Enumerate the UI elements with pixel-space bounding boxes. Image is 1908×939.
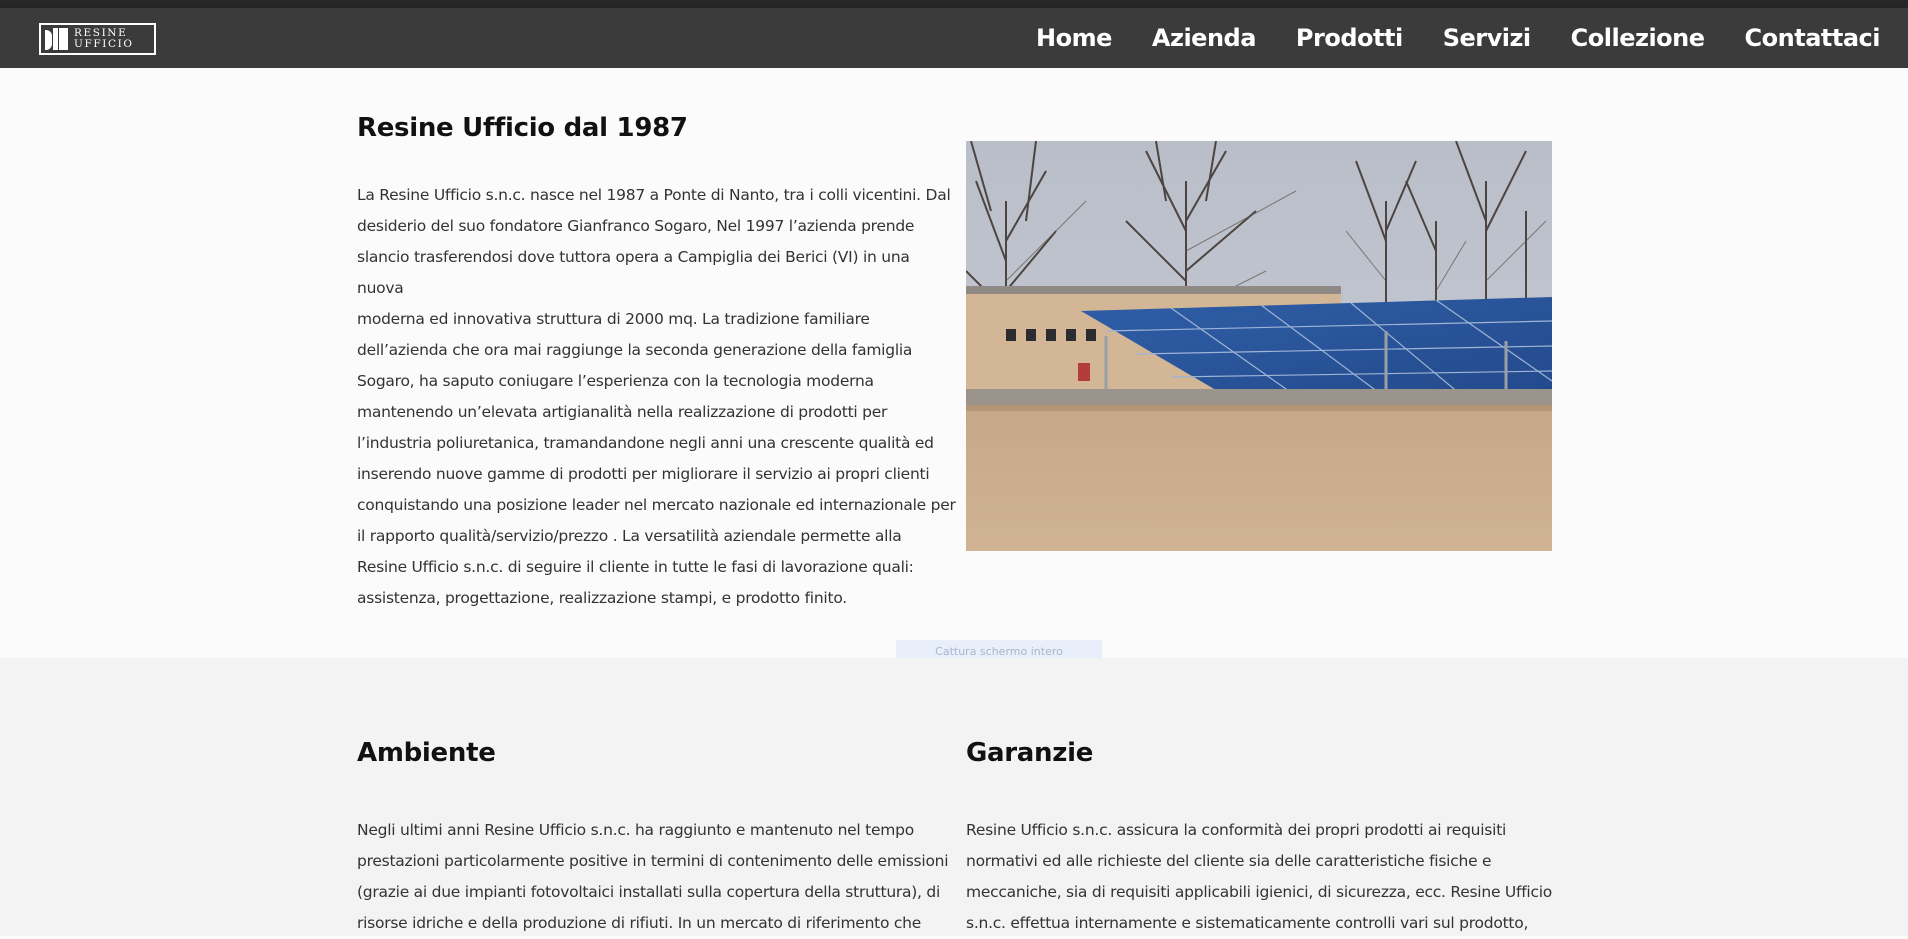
intro-line: moderna ed innovativa struttura di 2000 … — [357, 310, 870, 328]
intro-line: Sogaro, ha saputo coniugare l’esperienza… — [357, 372, 874, 390]
ambiente-line: Negli ultimi anni Resine Ufficio s.n.c. … — [357, 821, 914, 839]
garanzie-line: meccaniche, sia di requisiti applicabili… — [966, 883, 1553, 901]
intro-line: l’industria poliuretanica, tramandandone… — [357, 434, 934, 452]
nav-azienda[interactable]: Azienda — [1152, 24, 1257, 52]
intro-line: desiderio del suo fondatore Gianfranco S… — [357, 217, 915, 235]
ambiente-line: risorse idriche e della produzione di ri… — [357, 914, 922, 932]
logo-mark-icon — [45, 28, 68, 50]
nav-prodotti[interactable]: Prodotti — [1296, 24, 1403, 52]
intro-title: Resine Ufficio dal 1987 — [357, 113, 688, 143]
top-border — [0, 0, 1908, 8]
intro-line: mantenendo un’elevata artigianalità nell… — [357, 403, 888, 421]
ambiente-paragraph: Negli ultimi anni Resine Ufficio s.n.c. … — [357, 815, 957, 939]
ambiente-title: Ambiente — [357, 738, 496, 768]
main-nav: Home Azienda Prodotti Servizi Collezione… — [1036, 8, 1880, 68]
intro-line: slancio trasferendosi dove tuttora opera… — [357, 248, 910, 297]
solar-panels-illustration — [966, 141, 1552, 551]
garanzie-line: Resine Ufficio s.n.c. assicura la confor… — [966, 821, 1507, 839]
garanzie-paragraph: Resine Ufficio s.n.c. assicura la confor… — [966, 815, 1566, 939]
intro-line: dell’azienda che ora mai raggiunge la se… — [357, 341, 913, 359]
nav-home[interactable]: Home — [1036, 24, 1112, 52]
intro-line: assistenza, progettazione, realizzazione… — [357, 589, 847, 607]
intro-line: La Resine Ufficio s.n.c. nasce nel 1987 … — [357, 186, 951, 204]
ambiente-line: prestazioni particolarmente positive in … — [357, 852, 949, 870]
garanzie-line: s.n.c. effettua internamente e sistemati… — [966, 914, 1529, 932]
site-logo[interactable]: RESINE UFFICIO — [39, 23, 156, 55]
ambiente-line: (grazie ai due impianti fotovoltaici ins… — [357, 883, 941, 901]
intro-line: conquistando una posizione leader nel me… — [357, 496, 956, 514]
nav-contattaci[interactable]: Contattaci — [1745, 24, 1881, 52]
intro-line: inserendo nuove gamme di prodotti per mi… — [357, 465, 930, 483]
solar-panels-photo — [966, 141, 1552, 551]
logo-text: RESINE UFFICIO — [74, 28, 134, 50]
garanzie-line: normativi ed alle richieste del cliente … — [966, 852, 1492, 870]
garanzie-title: Garanzie — [966, 738, 1094, 768]
nav-servizi[interactable]: Servizi — [1443, 24, 1531, 52]
navbar: RESINE UFFICIO Home Azienda Prodotti Ser… — [0, 8, 1908, 68]
intro-line: il rapporto qualità/servizio/prezzo . La… — [357, 527, 902, 545]
nav-collezione[interactable]: Collezione — [1571, 24, 1705, 52]
logo-text-line2: UFFICIO — [74, 38, 134, 50]
intro-line: Resine Ufficio s.n.c. di seguire il clie… — [357, 558, 914, 576]
intro-paragraph: La Resine Ufficio s.n.c. nasce nel 1987 … — [357, 180, 957, 614]
